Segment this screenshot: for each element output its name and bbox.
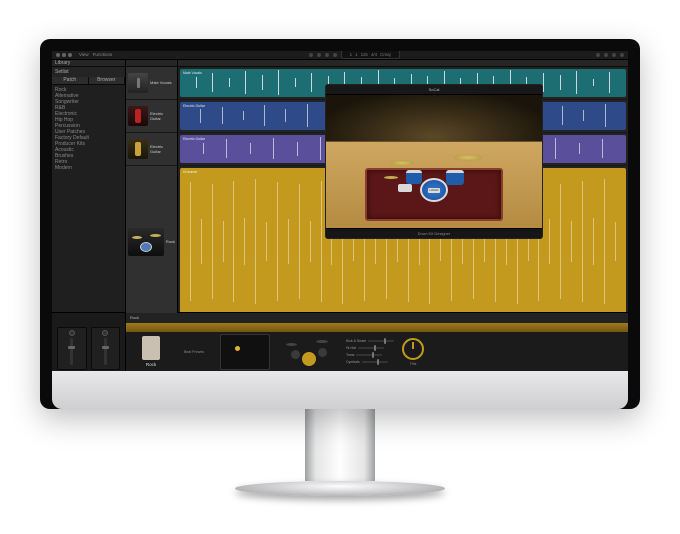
mic-icon [128,73,148,93]
window-controls[interactable] [56,53,72,57]
cymbal-icon[interactable] [286,343,297,346]
tab-patch[interactable]: Patch [52,77,89,84]
hihat-cymbal-icon[interactable] [390,160,414,166]
play-button[interactable] [325,53,329,57]
xy-pad[interactable] [220,334,270,370]
imac-stand-base [235,481,445,496]
record-button[interactable] [333,53,337,57]
snare-icon[interactable] [398,184,412,192]
mixer-panel [52,313,126,371]
channel-strip[interactable] [91,327,121,370]
library-title: Setlist [55,69,69,75]
avatar [142,336,160,360]
screen-bezel: View Functions 1 1 115 4/4 Cmaj [40,39,640,409]
snare-icon[interactable] [291,350,300,359]
kit-selector[interactable] [278,334,338,370]
track-name: Male Vocals [150,80,175,85]
app-window: View Functions 1 1 115 4/4 Cmaj [52,51,628,371]
notepad-icon[interactable] [604,53,608,57]
stop-button[interactable] [317,53,321,57]
knob-label: Fills [410,362,416,366]
minimize-icon[interactable] [62,53,66,57]
arrange-area[interactable]: Male Vocals Electric Guitar [178,60,628,312]
track-headers: Male Vocals Electric Guitar Electric Gui… [126,60,178,312]
volume-fader[interactable] [70,338,73,365]
lcd-tempo: 115 [361,52,368,57]
pan-knob[interactable] [102,330,108,336]
pattern-sliders: Kick & Snare Hi-Hat Toms Cymbals [346,339,394,364]
drummer-editor: Rock Rock Beat Presets [126,313,628,371]
close-icon[interactable] [56,53,60,57]
track-header[interactable]: Rock [126,166,177,319]
kick-badge: LOGIC [428,188,439,193]
lcd-beat: 1 [355,52,358,57]
imac-frame: View Functions 1 1 115 4/4 Cmaj [40,39,640,496]
drumkit-designer-window[interactable]: SoCal LOGIC [325,84,543,239]
guitar-icon [128,106,148,126]
hihat-icon[interactable] [384,176,398,179]
tom-icon[interactable] [318,348,327,357]
cymbal-icon[interactable] [316,340,328,343]
library-list[interactable]: Rock Alternative Songwriter R&B Electron… [52,85,125,173]
slider-row[interactable]: Cymbals [346,360,394,364]
editor-label: Rock [130,315,139,320]
imac-chin [52,371,628,409]
guitar-icon [128,139,148,159]
track-header[interactable]: Electric Guitar [126,100,177,133]
lcd-display[interactable]: 1 1 115 4/4 Cmaj [341,51,400,60]
pan-knob[interactable] [69,330,75,336]
lcd-bar: 1 [350,52,353,57]
slider-row[interactable]: Hi-Hat [346,346,394,350]
menu-functions[interactable]: Functions [93,52,113,57]
kick-drum-icon[interactable]: LOGIC [420,178,448,202]
channel-strip[interactable] [57,327,87,370]
tab-browser[interactable]: Browser [89,77,126,84]
beat-presets-label: Beat Presets [184,350,212,354]
window-title: SoCal [429,87,440,92]
slider-row[interactable]: Kick & Snare [346,339,394,343]
timeline-ruler[interactable] [178,60,628,67]
toolbar: View Functions 1 1 115 4/4 Cmaj [52,51,628,60]
editor-ruler[interactable] [126,323,628,332]
xy-handle[interactable] [235,346,240,351]
drummer-name: Rock [146,362,156,367]
track-name: Electric Guitar [150,144,175,154]
floor-tom-icon[interactable] [446,170,464,185]
kick-icon[interactable] [302,352,316,366]
drumkit-icon [128,228,164,256]
editor-area: Rock Rock Beat Presets [52,312,628,371]
slider-row[interactable]: Toms [346,353,394,357]
track-header[interactable]: Electric Guitar [126,133,177,166]
lcd-key: Cmaj [380,52,391,57]
imac-stand-neck [305,409,375,481]
lcd-sig: 4/4 [371,52,377,57]
loop-browser-icon[interactable] [620,53,624,57]
volume-fader[interactable] [104,338,107,365]
drummer-portrait[interactable]: Rock [126,332,176,371]
tom-icon[interactable] [406,170,422,184]
window-footer: Drum Kit Designer [418,231,451,236]
track-header[interactable]: Male Vocals [126,67,177,100]
list-item[interactable]: Modern [55,165,122,171]
library-panel: Library Setlist Patch Browser Rock Alter… [52,60,126,312]
track-name: Electric Guitar [150,111,175,121]
fills-knob[interactable] [402,338,424,360]
rewind-button[interactable] [309,53,313,57]
track-name: Rock [166,239,175,244]
zoom-icon[interactable] [68,53,72,57]
master-volume[interactable] [596,53,600,57]
list-editor-icon[interactable] [612,53,616,57]
menu-view[interactable]: View [79,52,89,57]
ride-cymbal-icon[interactable] [454,154,482,161]
drumkit-stage[interactable]: LOGIC [326,95,542,228]
library-label: Library [55,60,70,66]
